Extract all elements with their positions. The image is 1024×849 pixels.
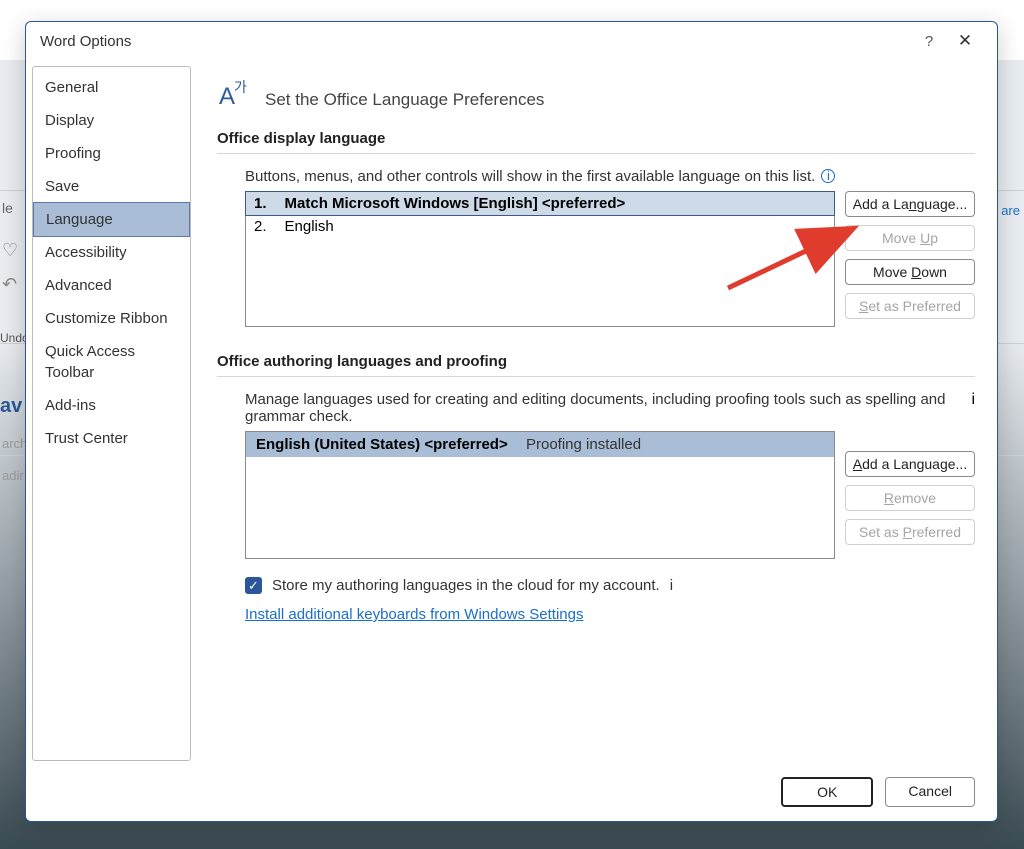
sidebar-item-customize-ribbon[interactable]: Customize Ribbon — [33, 302, 190, 335]
section-display-language-header: Office display language — [217, 130, 975, 154]
word-options-dialog: Word Options ? ✕ General Display Proofin… — [25, 21, 998, 822]
install-keyboards-link[interactable]: Install additional keyboards from Window… — [245, 606, 584, 623]
bg-text: le — [2, 200, 13, 216]
svg-text:가: 가 — [234, 79, 247, 95]
checkbox-label: Store my authoring languages in the clou… — [272, 577, 660, 594]
sidebar-item-accessibility[interactable]: Accessibility — [33, 236, 190, 269]
list-item[interactable]: 1. Match Microsoft Windows [English] <pr… — [245, 191, 835, 216]
move-up-button: Move Up — [845, 225, 975, 251]
main-panel: A 가 Set the Office Language Preferences … — [191, 60, 997, 767]
info-icon[interactable]: i — [670, 577, 673, 594]
ok-button[interactable]: OK — [781, 777, 873, 807]
remove-button: Remove — [845, 485, 975, 511]
set-as-preferred-button: Set as Preferred — [845, 293, 975, 319]
language-icon: A 가 — [217, 78, 251, 112]
sidebar-item-advanced[interactable]: Advanced — [33, 269, 190, 302]
info-icon[interactable]: i — [971, 391, 975, 409]
bg-text: av — [0, 395, 22, 418]
list-item[interactable]: 2. English — [246, 215, 834, 238]
list-item[interactable]: English (United States) <preferred> Proo… — [246, 432, 834, 457]
display-language-list[interactable]: 1. Match Microsoft Windows [English] <pr… — [245, 191, 835, 327]
section-authoring-header: Office authoring languages and proofing — [217, 353, 975, 377]
dialog-title: Word Options — [40, 33, 911, 50]
page-title: Set the Office Language Preferences — [265, 90, 544, 112]
close-button[interactable]: ✕ — [947, 31, 983, 51]
sidebar-item-general[interactable]: General — [33, 71, 190, 104]
set-as-preferred-authoring-button: Set as Preferred — [845, 519, 975, 545]
heart-icon: ♡ — [2, 240, 18, 261]
sidebar-item-addins[interactable]: Add-ins — [33, 389, 190, 422]
move-down-button[interactable]: Move Down — [845, 259, 975, 285]
bg-text: adir — [2, 468, 24, 483]
sidebar-item-trust-center[interactable]: Trust Center — [33, 422, 190, 455]
authoring-description: Manage languages used for creating and e… — [245, 391, 959, 425]
sidebar-item-quick-access[interactable]: Quick Access Toolbar — [33, 335, 190, 389]
authoring-language-list[interactable]: English (United States) <preferred> Proo… — [245, 431, 835, 559]
display-language-description: Buttons, menus, and other controls will … — [245, 168, 975, 185]
sidebar-item-save[interactable]: Save — [33, 170, 190, 203]
sidebar: General Display Proofing Save Language A… — [32, 66, 191, 761]
cloud-store-checkbox[interactable]: ✓ — [245, 577, 262, 594]
bg-text: arch — [2, 436, 27, 451]
info-icon[interactable]: i — [821, 169, 835, 183]
add-language-button[interactable]: Add a Language... — [845, 191, 975, 217]
sidebar-item-proofing[interactable]: Proofing — [33, 137, 190, 170]
undo-icon: ↶ — [2, 274, 17, 295]
titlebar: Word Options ? ✕ — [26, 22, 997, 60]
sidebar-item-language[interactable]: Language — [33, 202, 190, 237]
help-button[interactable]: ? — [911, 33, 947, 50]
sidebar-item-display[interactable]: Display — [33, 104, 190, 137]
svg-text:A: A — [219, 83, 235, 110]
cancel-button[interactable]: Cancel — [885, 777, 975, 807]
add-authoring-language-button[interactable]: Add a Language... — [845, 451, 975, 477]
bg-text: are — [1001, 203, 1020, 218]
